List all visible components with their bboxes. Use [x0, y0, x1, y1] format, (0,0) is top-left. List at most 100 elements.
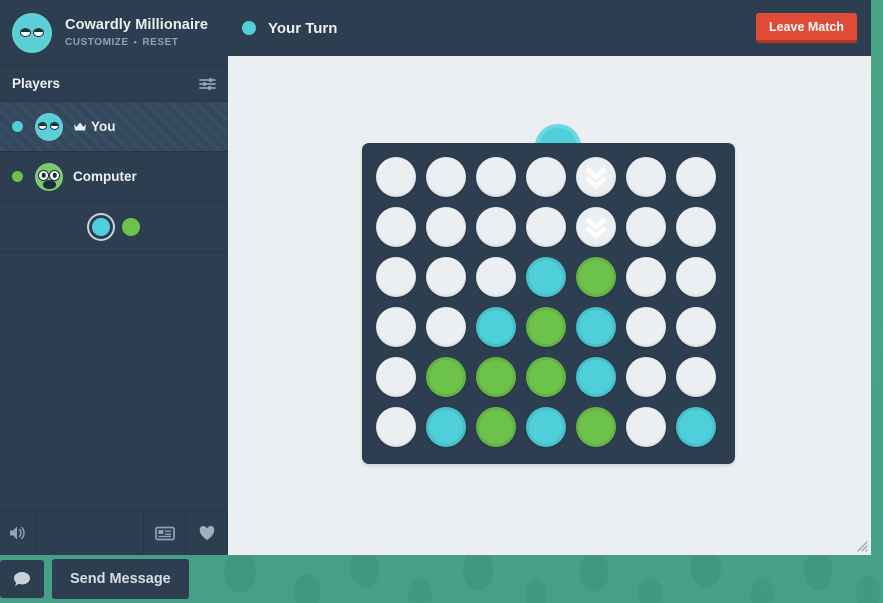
- board-cell-r3-c3[interactable]: [471, 252, 521, 302]
- color-token-teal[interactable]: [92, 218, 110, 236]
- board-cell-r2-c2[interactable]: [421, 202, 471, 252]
- disc-teal: [476, 307, 516, 347]
- board-cell-r1-c6[interactable]: [621, 152, 671, 202]
- board-cell-r6-c5[interactable]: [571, 402, 621, 452]
- disc-empty: [476, 157, 516, 197]
- reset-link[interactable]: RESET: [142, 37, 178, 49]
- scorecard-button[interactable]: [144, 511, 186, 555]
- players-title: Players: [12, 76, 60, 91]
- board-cell-r3-c6[interactable]: [621, 252, 671, 302]
- customize-link[interactable]: CUSTOMIZE: [65, 37, 129, 49]
- disc-empty: [626, 257, 666, 297]
- board-cell-r1-c7[interactable]: [671, 152, 721, 202]
- disc-empty: [626, 207, 666, 247]
- board-cell-r1-c5[interactable]: [571, 152, 621, 202]
- disc-empty: [426, 307, 466, 347]
- player-row-computer[interactable]: Computer: [0, 152, 228, 202]
- board-cell-r4-c2[interactable]: [421, 302, 471, 352]
- board-cell-r6-c6[interactable]: [621, 402, 671, 452]
- board-cell-r6-c4[interactable]: [521, 402, 571, 452]
- connect-four-board[interactable]: [362, 143, 735, 464]
- color-token-green[interactable]: [122, 218, 140, 236]
- board-cell-r6-c7[interactable]: [671, 402, 721, 452]
- disc-empty: [676, 157, 716, 197]
- board-cell-r4-c5[interactable]: [571, 302, 621, 352]
- board-cell-r1-c2[interactable]: [421, 152, 471, 202]
- sound-toggle[interactable]: [0, 511, 36, 555]
- board-cell-r4-c7[interactable]: [671, 302, 721, 352]
- board-cell-r6-c2[interactable]: [421, 402, 471, 452]
- board-cell-r2-c5[interactable]: [571, 202, 621, 252]
- players-header: Players: [0, 66, 228, 102]
- board-cell-r4-c3[interactable]: [471, 302, 521, 352]
- board-stage: [228, 56, 871, 555]
- board-cell-r1-c1[interactable]: [371, 152, 421, 202]
- main-panel: Your Turn Leave Match: [228, 0, 871, 555]
- disc-empty: [426, 157, 466, 197]
- send-message-button[interactable]: Send Message: [52, 559, 189, 599]
- disc-empty: [376, 357, 416, 397]
- disc-empty: [476, 257, 516, 297]
- board-cell-r6-c1[interactable]: [371, 402, 421, 452]
- board-cell-r6-c3[interactable]: [471, 402, 521, 452]
- avatar[interactable]: [35, 163, 63, 191]
- board-cell-r2-c1[interactable]: [371, 202, 421, 252]
- disc-teal: [576, 307, 616, 347]
- disc-green: [476, 407, 516, 447]
- status-badge: Your Turn: [268, 20, 337, 37]
- chat-bubble-icon[interactable]: [0, 560, 44, 598]
- player-name-computer: Computer: [73, 169, 137, 184]
- board-cell-r2-c6[interactable]: [621, 202, 671, 252]
- player-row-you[interactable]: You: [0, 102, 228, 152]
- board-cell-r3-c2[interactable]: [421, 252, 471, 302]
- disc-green: [476, 357, 516, 397]
- resize-grip-icon[interactable]: [854, 538, 868, 552]
- disc-empty: [626, 157, 666, 197]
- disc-empty: [376, 207, 416, 247]
- speaker-icon: [8, 525, 27, 541]
- board-cell-r5-c4[interactable]: [521, 352, 571, 402]
- board-cell-r4-c1[interactable]: [371, 302, 421, 352]
- board-cell-r4-c6[interactable]: [621, 302, 671, 352]
- board-cell-r4-c4[interactable]: [521, 302, 571, 352]
- board-cell-r5-c5[interactable]: [571, 352, 621, 402]
- sidebar: Cowardly Millionaire CUSTOMIZE • RESET P…: [0, 0, 228, 555]
- board-cell-r5-c7[interactable]: [671, 352, 721, 402]
- board-cell-r3-c5[interactable]: [571, 252, 621, 302]
- board-cell-r5-c6[interactable]: [621, 352, 671, 402]
- board-cell-r3-c7[interactable]: [671, 252, 721, 302]
- chat-bar: Send Message: [0, 555, 883, 603]
- leave-match-button[interactable]: Leave Match: [756, 13, 857, 43]
- disc-green: [526, 357, 566, 397]
- disc-empty: [576, 157, 616, 197]
- sleepy-face-avatar: [35, 113, 63, 141]
- board-cell-r1-c3[interactable]: [471, 152, 521, 202]
- favorite-button[interactable]: [186, 511, 228, 555]
- disc-empty: [376, 307, 416, 347]
- board-cell-r5-c3[interactable]: [471, 352, 521, 402]
- board-cell-r2-c4[interactable]: [521, 202, 571, 252]
- board-cell-r3-c4[interactable]: [521, 252, 571, 302]
- disc-teal: [576, 357, 616, 397]
- sliders-icon[interactable]: [199, 77, 216, 91]
- profile-avatar[interactable]: [12, 13, 52, 53]
- disc-green: [576, 407, 616, 447]
- crown-icon: [73, 121, 87, 132]
- disc-empty: [476, 207, 516, 247]
- page-title: Cowardly Millionaire: [65, 17, 208, 34]
- board-cell-r1-c4[interactable]: [521, 152, 571, 202]
- board-cell-r2-c7[interactable]: [671, 202, 721, 252]
- disc-empty: [676, 257, 716, 297]
- disc-empty: [376, 257, 416, 297]
- link-separator: •: [134, 37, 138, 47]
- board-cell-r5-c1[interactable]: [371, 352, 421, 402]
- board-cell-r5-c2[interactable]: [421, 352, 471, 402]
- disc-empty: [676, 307, 716, 347]
- toolbar-spacer: [36, 511, 144, 555]
- avatar[interactable]: [35, 113, 63, 141]
- board-cell-r3-c1[interactable]: [371, 252, 421, 302]
- player-label: Computer: [73, 169, 137, 184]
- chevron-down-icon: [585, 165, 607, 189]
- disc-empty: [676, 207, 716, 247]
- board-cell-r2-c3[interactable]: [471, 202, 521, 252]
